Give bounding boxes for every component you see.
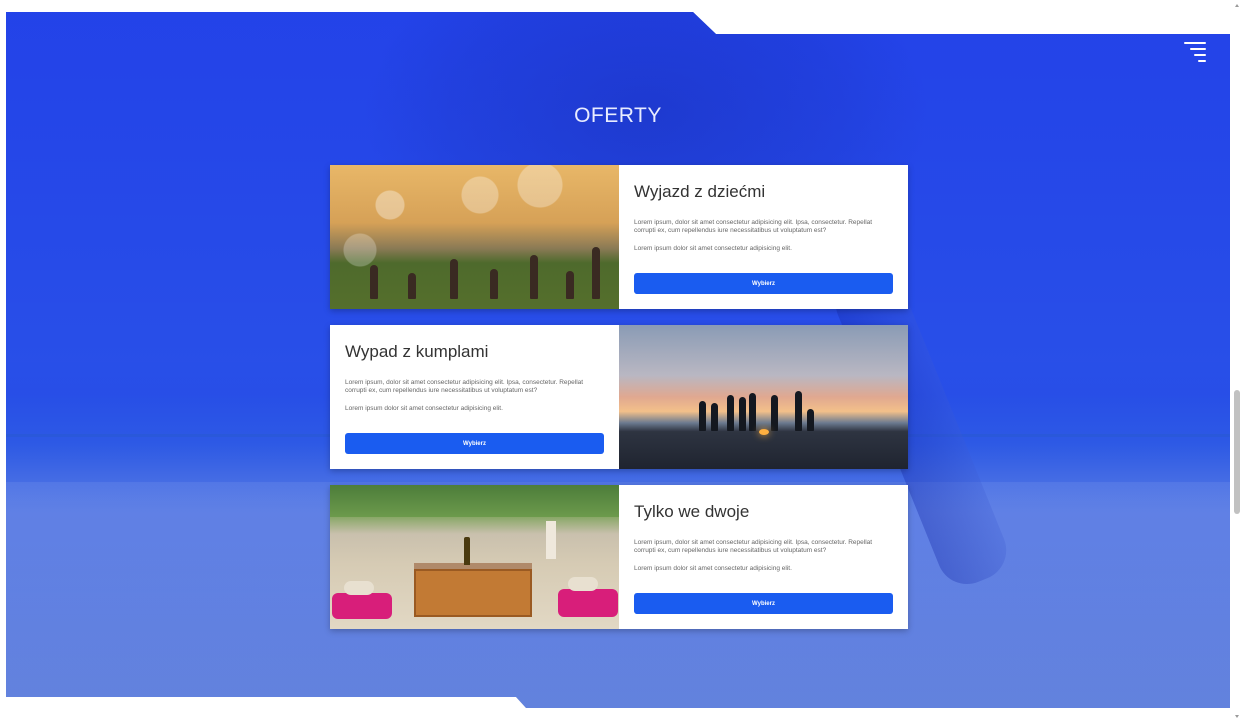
menu-line-bottom — [1198, 60, 1206, 62]
photo-pillow — [558, 589, 618, 617]
photo-table — [414, 569, 532, 617]
photo-lantern — [546, 521, 556, 559]
kids-with-bubbles-photo — [330, 165, 619, 309]
offer-body: Wypad z kumplami Lorem ipsum, dolor sit … — [330, 325, 619, 469]
photo-figure — [739, 397, 746, 431]
photo-trees — [330, 485, 619, 517]
photo-figure — [408, 273, 416, 299]
photo-figure — [530, 255, 538, 299]
photo-pillow — [332, 593, 392, 619]
hero-section: OFERTY Wyjazd z dziećmi Lorem ipsum, dol… — [6, 12, 1230, 708]
photo-figure — [490, 269, 498, 299]
menu-line-lower — [1194, 54, 1206, 56]
page-scrollbar[interactable] — [1232, 0, 1243, 722]
offer-note: Lorem ipsum dolor sit amet consectetur a… — [634, 245, 792, 252]
photo-figure — [795, 391, 802, 431]
select-offer-button[interactable]: Wybierz — [634, 273, 893, 294]
offer-card-couple: Tylko we dwoje Lorem ipsum, dolor sit am… — [330, 485, 908, 629]
photo-figure — [727, 395, 734, 431]
photo-figure — [592, 247, 600, 299]
menu-line-top — [1184, 42, 1206, 44]
photo-figure — [711, 403, 718, 431]
photo-pillow — [344, 581, 374, 595]
page-title: OFERTY — [574, 104, 662, 128]
offers-list: Wyjazd z dziećmi Lorem ipsum, dolor sit … — [330, 165, 908, 645]
offer-card-friends: Wypad z kumplami Lorem ipsum, dolor sit … — [330, 325, 908, 469]
select-offer-button[interactable]: Wybierz — [634, 593, 893, 614]
scroll-down-arrow-icon[interactable] — [1235, 715, 1239, 718]
offer-title: Tylko we dwoje — [634, 502, 750, 521]
campfire — [759, 429, 769, 435]
page-viewport: OFERTY Wyjazd z dziećmi Lorem ipsum, dol… — [0, 0, 1243, 722]
offer-description: Lorem ipsum, dolor sit amet consectetur … — [634, 219, 873, 234]
photo-figure — [749, 393, 756, 431]
offer-description: Lorem ipsum, dolor sit amet consectetur … — [634, 539, 873, 554]
scrollbar-thumb[interactable] — [1234, 390, 1240, 514]
photo-figure — [370, 265, 378, 299]
romantic-beach-dinner-photo — [330, 485, 619, 629]
photo-figure — [566, 271, 574, 299]
offer-title: Wypad z kumplami — [345, 342, 489, 361]
offer-description: Lorem ipsum, dolor sit amet consectetur … — [345, 379, 584, 394]
photo-bottle — [464, 537, 470, 565]
offer-body: Tylko we dwoje Lorem ipsum, dolor sit am… — [619, 485, 908, 629]
select-offer-button[interactable]: Wybierz — [345, 433, 604, 454]
scroll-up-arrow-icon[interactable] — [1235, 4, 1239, 7]
photo-figure — [807, 409, 814, 431]
offer-note: Lorem ipsum dolor sit amet consectetur a… — [634, 565, 792, 572]
offer-note: Lorem ipsum dolor sit amet consectetur a… — [345, 405, 503, 412]
offer-title: Wyjazd z dziećmi — [634, 182, 766, 201]
photo-figure — [699, 401, 706, 431]
offer-body: Wyjazd z dziećmi Lorem ipsum, dolor sit … — [619, 165, 908, 309]
menu-line-middle — [1190, 48, 1206, 50]
offer-card-kids: Wyjazd z dziećmi Lorem ipsum, dolor sit … — [330, 165, 908, 309]
friends-beach-sunset-photo — [619, 325, 908, 469]
photo-pillow — [568, 577, 598, 591]
photo-figure — [450, 259, 458, 299]
photo-figure — [771, 395, 778, 431]
hamburger-menu-icon[interactable] — [1180, 42, 1206, 62]
